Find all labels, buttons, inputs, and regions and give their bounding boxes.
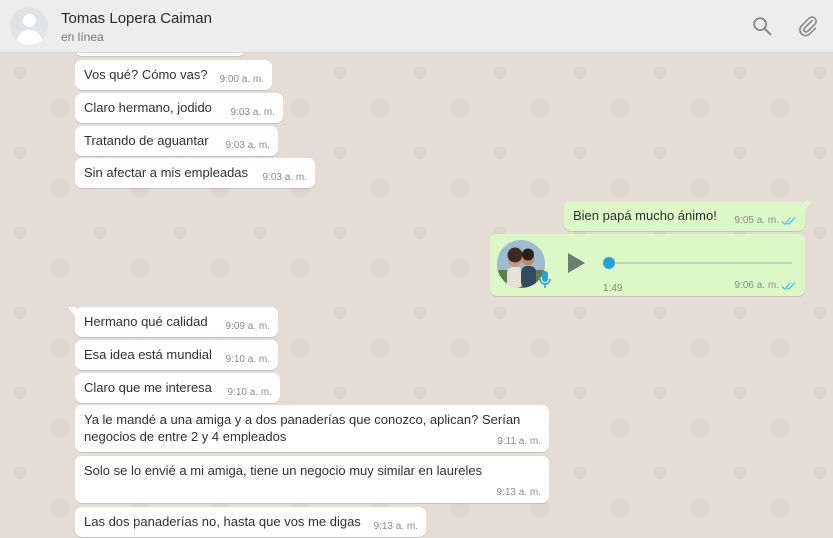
message-bubble-in[interactable]: Claro hermano, jodido 9:03 a. m. xyxy=(75,93,283,123)
avatar-body-shape xyxy=(17,30,42,45)
message-bubble-in[interactable]: Hermano qué calidad 9:09 a. m. xyxy=(68,307,278,337)
message-text: Hermano qué calidad xyxy=(84,314,208,329)
message-time: 9:03 a. m. xyxy=(262,172,307,183)
message-bubble-out[interactable]: Bien papá mucho ánimo! 9:05 a. m. xyxy=(564,201,812,231)
message-bubble-partial[interactable] xyxy=(75,53,245,56)
play-icon[interactable] xyxy=(568,253,585,273)
bubble-tail xyxy=(804,201,812,211)
message-time: 9:10 a. m. xyxy=(225,354,270,365)
message-text: Claro hermano, jodido xyxy=(84,100,212,115)
voice-duration: 1:49 xyxy=(603,283,623,294)
audio-progress-track[interactable] xyxy=(608,262,792,264)
message-time: 9:03 a. m. xyxy=(225,140,270,151)
message-bubble-in[interactable]: Esa idea está mundial 9:10 a. m. xyxy=(75,340,278,370)
search-icon[interactable] xyxy=(751,15,773,37)
bubble-tail xyxy=(68,307,76,317)
message-bubble-in[interactable]: Solo se lo envié a mi amiga, tiene un ne… xyxy=(75,456,549,503)
contact-status: en línea xyxy=(61,30,104,44)
message-text: Vos qué? Cómo vas? xyxy=(84,67,208,82)
message-time: 9:06 a. m. xyxy=(734,280,779,291)
message-bubble-in[interactable]: Las dos panaderías no, hasta que vos me … xyxy=(75,507,426,537)
profile-photo-icon xyxy=(497,240,545,288)
message-bubble-in[interactable]: Vos qué? Cómo vas? 9:00 a. m. xyxy=(75,60,272,90)
read-ticks-icon xyxy=(781,282,796,291)
message-text: Esa idea está mundial xyxy=(84,347,212,362)
message-bubble-in[interactable]: Ya le mandé a una amiga y a dos panaderí… xyxy=(75,405,549,452)
avatar-head-shape xyxy=(23,14,36,27)
message-bubble-in[interactable]: Tratando de aguantar 9:03 a. m. xyxy=(75,126,278,156)
message-time: 9:10 a. m. xyxy=(227,387,272,398)
read-ticks-icon xyxy=(781,217,796,226)
message-time: 9:13 a. m. xyxy=(496,487,541,498)
message-text: Solo se lo envié a mi amiga, tiene un ne… xyxy=(84,463,483,478)
audio-progress-knob[interactable] xyxy=(603,257,615,269)
message-text: Ya le mandé a una amiga y a dos panaderí… xyxy=(84,412,521,444)
message-text: Sin afectar a mis empleadas xyxy=(84,165,249,180)
message-text: Las dos panaderías no, hasta que vos me … xyxy=(84,514,361,529)
contact-avatar[interactable] xyxy=(10,7,48,45)
message-time: 9:00 a. m. xyxy=(219,74,264,85)
message-text: Claro que me interesa xyxy=(84,380,212,395)
attach-icon[interactable] xyxy=(797,15,819,37)
message-time: 9:03 a. m. xyxy=(230,107,275,118)
message-time: 9:05 a. m. xyxy=(734,215,779,226)
message-time: 9:09 a. m. xyxy=(225,321,270,332)
microphone-icon xyxy=(539,271,551,288)
message-bubble-in[interactable]: Claro que me interesa 9:10 a. m. xyxy=(75,373,280,403)
message-text: Tratando de aguantar xyxy=(84,133,209,148)
message-text: Bien papá mucho ánimo! xyxy=(573,208,717,223)
message-time: 9:11 a. m. xyxy=(497,436,541,447)
voice-message-bubble[interactable]: 1:49 9:06 a. m. xyxy=(490,234,805,296)
message-time: 9:13 a. m. xyxy=(373,521,418,532)
sender-photo xyxy=(497,240,545,288)
chat-header: Tomas Lopera Caiman en línea xyxy=(0,0,833,53)
message-bubble-in[interactable]: Sin afectar a mis empleadas 9:03 a. m. xyxy=(75,158,315,188)
contact-name[interactable]: Tomas Lopera Caiman xyxy=(61,10,212,27)
message-area[interactable]: Vos qué? Cómo vas? 9:00 a. m. Claro herm… xyxy=(0,53,833,538)
